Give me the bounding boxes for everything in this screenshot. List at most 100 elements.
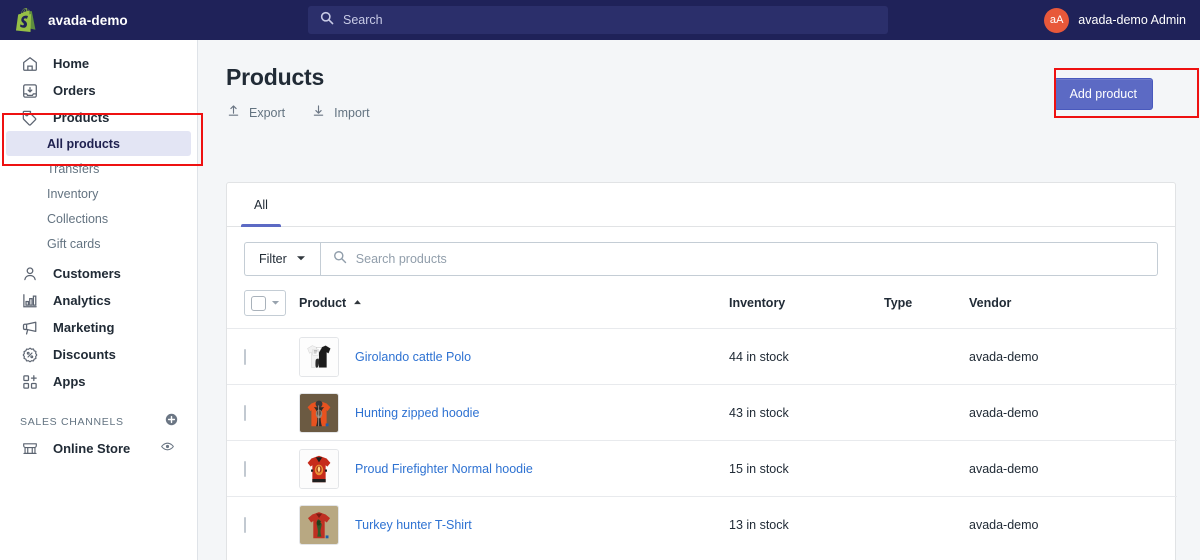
sidebar-subitem-transfers[interactable]: Transfers [6,156,191,181]
checkbox-icon[interactable] [251,295,266,311]
select-all-group[interactable] [244,290,286,316]
sidebar-item-discounts[interactable]: Discounts [6,341,191,368]
sidebar-item-online-store[interactable]: Online Store [6,435,191,462]
home-icon [20,54,40,74]
product-thumbnail [299,504,339,545]
sidebar-item-analytics[interactable]: Analytics [6,287,191,314]
vendor-value: avada-demo [969,405,1039,420]
sidebar-item-products[interactable]: Products [6,104,191,131]
table-header: Product Inventory Type Vendor [227,290,1177,329]
search-products-placeholder: Search products [355,252,447,266]
user-name: avada-demo Admin [1078,13,1186,27]
user-menu[interactable]: aA avada-demo Admin [1044,0,1186,40]
sidebar-item-customers[interactable]: Customers [6,260,191,287]
row-checkbox[interactable] [244,516,246,533]
chevron-down-icon [296,252,306,266]
sort-ascending-icon [353,296,362,310]
import-button[interactable]: Import [311,103,370,123]
vendor-value: avada-demo [969,349,1039,364]
storefront-icon [20,439,40,459]
sales-channels-header: SALES CHANNELS [0,409,197,435]
table-row[interactable]: Turkey hunter T-Shirt 13 in stock avada-… [227,496,1177,553]
top-bar: avada-demo Search aA avada-demo Admin [0,0,1200,40]
global-search-input[interactable]: Search [308,6,888,34]
table-row[interactable]: Proud Firefighter Normal hoodie 15 in st… [227,440,1177,497]
store-name: avada-demo [48,12,128,28]
import-down-arrow-icon [311,103,326,123]
table-body: Girolando cattle Polo 44 in stock avada-… [227,328,1177,553]
column-header-product[interactable]: Product [299,290,729,329]
analytics-bar-chart-icon [20,291,40,311]
inventory-value: 44 in stock [729,349,789,364]
inventory-value: 15 in stock [729,461,789,476]
select-all-header [227,290,299,329]
page-title: Products [226,64,325,90]
product-tag-icon [20,108,40,128]
sales-channels-label: SALES CHANNELS [20,416,124,428]
customer-person-icon [20,264,40,284]
eye-icon[interactable] [160,439,175,459]
tab-bar: All [227,183,1175,227]
filter-button[interactable]: Filter [244,242,320,276]
chevron-down-icon[interactable] [271,296,280,310]
sidebar-item-home[interactable]: Home [6,50,191,77]
search-products-input[interactable]: Search products [319,242,1158,276]
sidebar-item-label: Orders [53,83,96,98]
sidebar-item-marketing[interactable]: Marketing [6,314,191,341]
row-checkbox[interactable] [244,404,246,421]
orders-inbox-icon [20,81,40,101]
sidebar-subitem-label: Collections [47,211,109,226]
column-label: Inventory [729,296,786,310]
inventory-value: 13 in stock [729,517,789,532]
export-label: Export [249,106,286,120]
sidebar-subitem-label: Transfers [47,161,100,176]
sidebar-item-label: Apps [53,374,86,389]
row-checkbox[interactable] [244,460,246,477]
sidebar-item-label: Customers [53,266,121,281]
product-link[interactable]: Turkey hunter T-Shirt [355,518,472,532]
product-thumbnail [299,336,339,377]
sidebar-item-orders[interactable]: Orders [6,77,191,104]
store-brand[interactable]: avada-demo [0,8,300,32]
shopify-admin-page: avada-demo Search aA avada-demo Admin Ho… [0,0,1200,560]
global-search-placeholder: Search [343,13,383,27]
tab-label: All [254,197,268,212]
table-row[interactable]: Hunting zipped hoodie 43 in stock avada-… [227,384,1177,441]
page-actions: Export Import [226,103,1174,123]
vendor-value: avada-demo [969,461,1039,476]
filter-label: Filter [259,252,287,266]
import-label: Import [334,106,370,120]
export-up-arrow-icon [226,103,241,123]
sidebar: Home Orders Products All products Transf… [0,40,198,560]
sidebar-subitem-gift-cards[interactable]: Gift cards [6,231,191,256]
search-icon [320,11,334,30]
sidebar-subitem-collections[interactable]: Collections [6,206,191,231]
sidebar-subitem-inventory[interactable]: Inventory [6,181,191,206]
main-content: Products Export Import Add product All F… [198,40,1200,560]
sidebar-channel-label: Online Store [53,441,131,456]
marketing-megaphone-icon [20,318,40,338]
add-product-button[interactable]: Add product [1053,78,1153,110]
tab-all[interactable]: All [241,183,281,227]
export-button[interactable]: Export [226,103,285,123]
column-label: Type [884,296,913,310]
product-link[interactable]: Hunting zipped hoodie [355,406,479,420]
product-link[interactable]: Proud Firefighter Normal hoodie [355,462,533,476]
table-row[interactable]: Girolando cattle Polo 44 in stock avada-… [227,328,1177,385]
vendor-value: avada-demo [969,517,1039,532]
sidebar-item-apps[interactable]: Apps [6,368,191,395]
sidebar-subitem-label: All products [47,136,120,151]
column-header-type: Type [884,290,969,329]
sidebar-subitem-label: Gift cards [47,236,101,251]
inventory-value: 43 in stock [729,405,789,420]
product-thumbnail [299,448,339,489]
sidebar-subitem-label: Inventory [47,186,99,201]
discount-percent-badge-icon [20,345,40,365]
row-checkbox[interactable] [244,348,246,365]
product-thumbnail [299,392,339,433]
product-link[interactable]: Girolando cattle Polo [355,350,471,364]
sidebar-subitem-all-products[interactable]: All products [6,131,191,156]
plus-circle-icon[interactable] [164,412,179,432]
sidebar-item-label: Products [53,110,110,125]
sidebar-item-label: Discounts [53,347,116,362]
